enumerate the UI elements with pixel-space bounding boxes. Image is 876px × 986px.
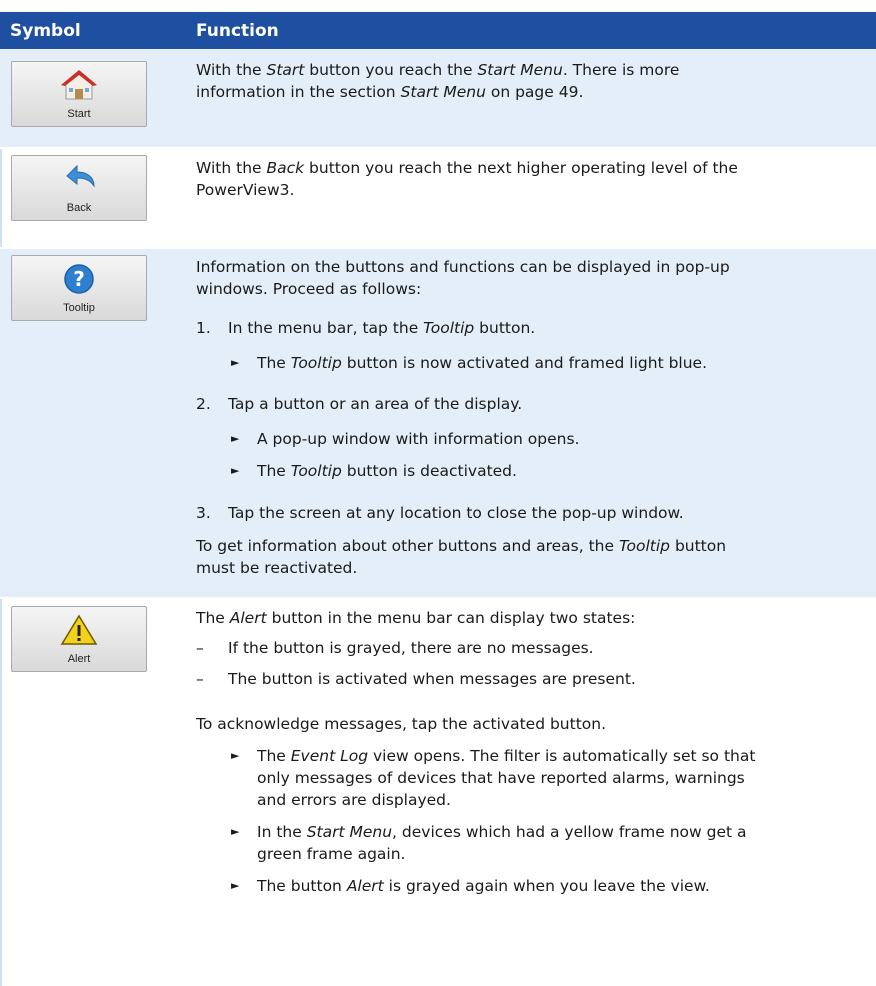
alert-acknowledge: To acknowledge messages, tap the activat…	[196, 715, 607, 733]
tooltip-outro: To get information about other buttons a…	[196, 537, 727, 577]
header-function: Function	[196, 21, 279, 41]
arrow-icon: ►	[231, 749, 240, 762]
arrow-icon: ►	[231, 825, 240, 838]
arrow-icon: ►	[231, 464, 240, 477]
tooltip-button-image: ? Tooltip	[11, 255, 147, 321]
alert-button-image: Alert	[11, 606, 147, 672]
question-icon: ?	[64, 264, 94, 294]
row-alert: Alert The Alert button in the menu bar c…	[0, 599, 876, 986]
back-arrow-icon	[66, 164, 95, 188]
row-tooltip: ? Tooltip Information on the buttons and…	[0, 249, 876, 597]
start-button-label: Start	[67, 108, 91, 120]
start-button-image: Start	[11, 61, 147, 127]
arrow-icon: ►	[231, 356, 240, 369]
alert-intro: The Alert button in the menu bar can dis…	[196, 609, 636, 627]
back-button-image: Back	[11, 155, 147, 221]
row-back: Back With the Back button you reach the …	[0, 149, 876, 247]
house-icon	[61, 70, 97, 100]
alert-button-label: Alert	[67, 653, 91, 665]
arrow-icon: ►	[231, 432, 240, 445]
tooltip-button-label: Tooltip	[63, 302, 95, 314]
back-description: With the Back button you reach the next …	[196, 159, 738, 199]
table-header: Symbol Function	[0, 12, 876, 49]
svg-text:?: ?	[73, 267, 85, 291]
row-start: Start With the Start button you reach th…	[0, 49, 876, 147]
tooltip-intro: Information on the buttons and functions…	[196, 258, 730, 298]
warning-icon	[60, 614, 98, 645]
header-symbol: Symbol	[10, 21, 81, 41]
back-button-label: Back	[66, 202, 92, 214]
start-description: With the Start button you reach the Star…	[196, 61, 680, 101]
arrow-icon: ►	[231, 879, 240, 892]
